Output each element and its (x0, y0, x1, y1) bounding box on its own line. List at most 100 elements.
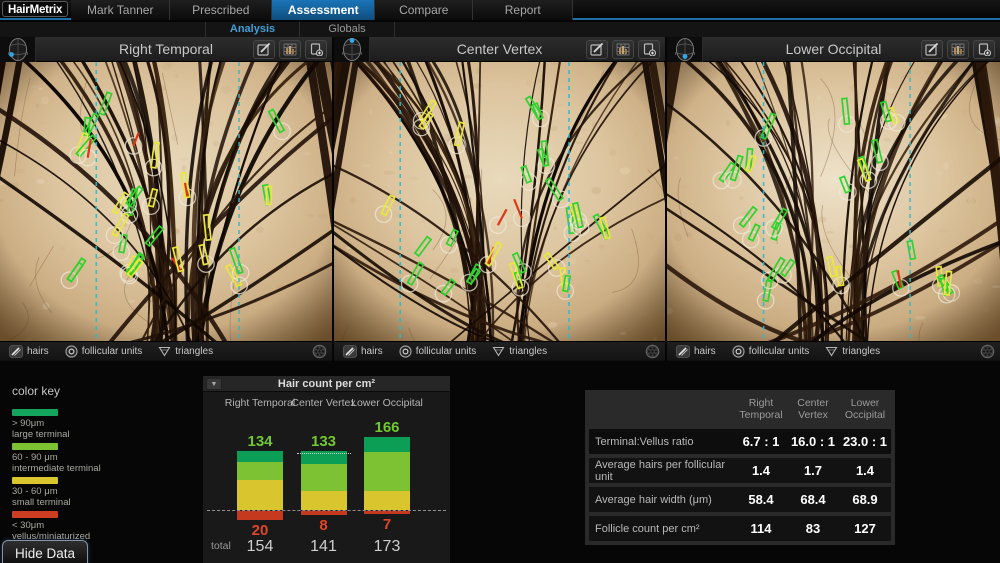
scalp-image-center-vertex[interactable] (334, 62, 665, 341)
triangles-label: triangles (509, 346, 547, 357)
cell-value: 68.4 (787, 492, 839, 507)
follicular-units-label: follicular units (82, 346, 143, 357)
color-swatch-small-terminal (12, 477, 58, 484)
top-menu-bar: HairMetrix Mark Tanner Prescribed Captur… (0, 0, 1000, 20)
subtab-analysis[interactable]: Analysis (205, 22, 300, 37)
tab-compare[interactable]: Compare (375, 0, 473, 20)
tab-prescribed-capture[interactable]: Prescribed Capture (170, 0, 272, 20)
tab-assessment[interactable]: Assessment (272, 0, 375, 20)
color-key-range: < 30μm (12, 521, 182, 531)
chart-dropdown-button[interactable]: ▼ (206, 378, 222, 390)
cell-value: 1.7 (787, 463, 839, 478)
triangles-toggle-button[interactable]: triangles (489, 344, 550, 359)
color-swatch-vellus (12, 511, 58, 518)
hairs-label: hairs (361, 346, 383, 357)
chart-category-label: Right Temporal (224, 397, 296, 409)
color-swatch-large-terminal (12, 409, 58, 416)
row-label: Terminal:Vellus ratio (589, 436, 735, 448)
chart-plot-area: totalRight Temporal13420154Center Vertex… (203, 392, 450, 563)
tab-report[interactable]: Report (473, 0, 573, 20)
panel-header: Center Vertex (334, 37, 665, 62)
panel-header: Lower Occipital (667, 37, 1000, 62)
bar-segment-small-terminal (364, 491, 410, 510)
panel-right-temporal: Right Temporal hairs follicular units tr… (0, 37, 332, 361)
bar-segment-intermediate-terminal (237, 462, 283, 480)
chart-title: Hair count per cm² (203, 376, 450, 392)
hairs-toggle-button[interactable]: hairs (6, 344, 52, 359)
bar-segment-vellus (301, 511, 347, 515)
analysis-grid-button[interactable] (612, 40, 634, 59)
cell-value: 58.4 (735, 492, 787, 507)
row-label: Average hair width (μm) (589, 494, 735, 506)
bar-segment-small-terminal (301, 491, 347, 510)
analysis-grid-button[interactable] (947, 40, 969, 59)
color-key-item-small-terminal: 30 - 60 μm small terminal (12, 477, 182, 511)
previous-measurement-marker (297, 453, 351, 454)
app-logo: HairMetrix (2, 1, 68, 17)
color-key-title: color key (12, 384, 182, 398)
cell-value: 23.0 : 1 (839, 434, 891, 449)
bar-segment-large-terminal (237, 451, 283, 462)
total-count-value: 173 (351, 538, 423, 556)
panel-toolbar: hairs follicular units triangles (0, 341, 332, 360)
color-key-range: 30 - 60 μm (12, 487, 182, 497)
follicular-units-toggle-button[interactable]: follicular units (396, 344, 480, 359)
color-key-item-intermediate-terminal: 60 - 90 μm intermediate terminal (12, 443, 182, 477)
bar-segment-large-terminal (364, 437, 410, 452)
bar-segment-vellus (364, 511, 410, 514)
panel-center-vertex: Center Vertex hairs follicular units tri… (334, 37, 665, 361)
follicular-units-toggle-button[interactable]: follicular units (729, 344, 813, 359)
row-label: Average hairs per follicular unit (589, 459, 735, 483)
add-note-button[interactable] (973, 40, 995, 59)
cell-value: 1.4 (839, 463, 891, 478)
column-header-center-vertex: Center Vertex (787, 397, 839, 421)
cell-value: 16.0 : 1 (787, 434, 839, 449)
scalp-image-lower-occipital[interactable] (667, 62, 1000, 341)
follicular-units-label: follicular units (416, 346, 477, 357)
tab-mark-tanner[interactable]: Mark Tanner (71, 0, 170, 20)
bar-segment-intermediate-terminal (364, 452, 410, 491)
panel-toolbar: hairs follicular units triangles (334, 341, 665, 360)
table-row-follicle-count: Follicle count per cm² 114 83 127 (589, 516, 891, 541)
cell-value: 127 (839, 521, 891, 536)
sub-tab-bar: Analysis Globals (0, 22, 1000, 37)
bar-segment-intermediate-terminal (301, 464, 347, 491)
terminal-count-value: 133 (288, 433, 360, 450)
total-count-value: 141 (288, 538, 360, 556)
edit-annotations-button[interactable] (253, 40, 275, 59)
hairs-label: hairs (27, 346, 49, 357)
color-key: color key > 90μm large terminal 60 - 90 … (12, 384, 182, 545)
chart-category-label: Lower Occipital (351, 397, 423, 409)
edit-annotations-button[interactable] (586, 40, 608, 59)
edit-annotations-button[interactable] (921, 40, 943, 59)
add-note-button[interactable] (638, 40, 660, 59)
terminal-count-value: 166 (351, 419, 423, 436)
follicular-units-label: follicular units (749, 346, 810, 357)
hairmetrix-app-window: HairMetrix Mark Tanner Prescribed Captur… (0, 0, 1000, 563)
terminal-count-value: 134 (224, 433, 296, 450)
column-header-right-temporal: Right Temporal (735, 397, 787, 421)
color-key-range: 60 - 90 μm (12, 453, 182, 463)
vellus-count-value: 20 (224, 522, 296, 539)
cell-value: 83 (787, 521, 839, 536)
hairs-toggle-button[interactable]: hairs (340, 344, 386, 359)
hairs-label: hairs (694, 346, 716, 357)
panel-header: Right Temporal (0, 37, 332, 62)
hairs-toggle-button[interactable]: hairs (673, 344, 719, 359)
hide-data-button[interactable]: Hide Data (2, 540, 88, 563)
chart-category-label: Center Vertex (288, 397, 360, 409)
table-row-terminal-vellus-ratio: Terminal:Vellus ratio 6.7 : 1 16.0 : 1 2… (589, 429, 891, 454)
terminal-bar-stack (364, 437, 410, 510)
triangles-toggle-button[interactable]: triangles (822, 344, 883, 359)
subtab-globals[interactable]: Globals (300, 22, 395, 37)
color-key-label: small terminal (12, 498, 182, 508)
analysis-grid-button[interactable] (279, 40, 301, 59)
panel-lower-occipital: Lower Occipital hairs follicular units t… (667, 37, 1000, 361)
triangles-label: triangles (842, 346, 880, 357)
scalp-image-right-temporal[interactable] (0, 62, 332, 341)
add-note-button[interactable] (305, 40, 327, 59)
color-key-range: > 90μm (12, 419, 182, 429)
follicular-units-toggle-button[interactable]: follicular units (62, 344, 146, 359)
triangles-toggle-button[interactable]: triangles (155, 344, 216, 359)
row-label: Follicle count per cm² (589, 523, 735, 535)
